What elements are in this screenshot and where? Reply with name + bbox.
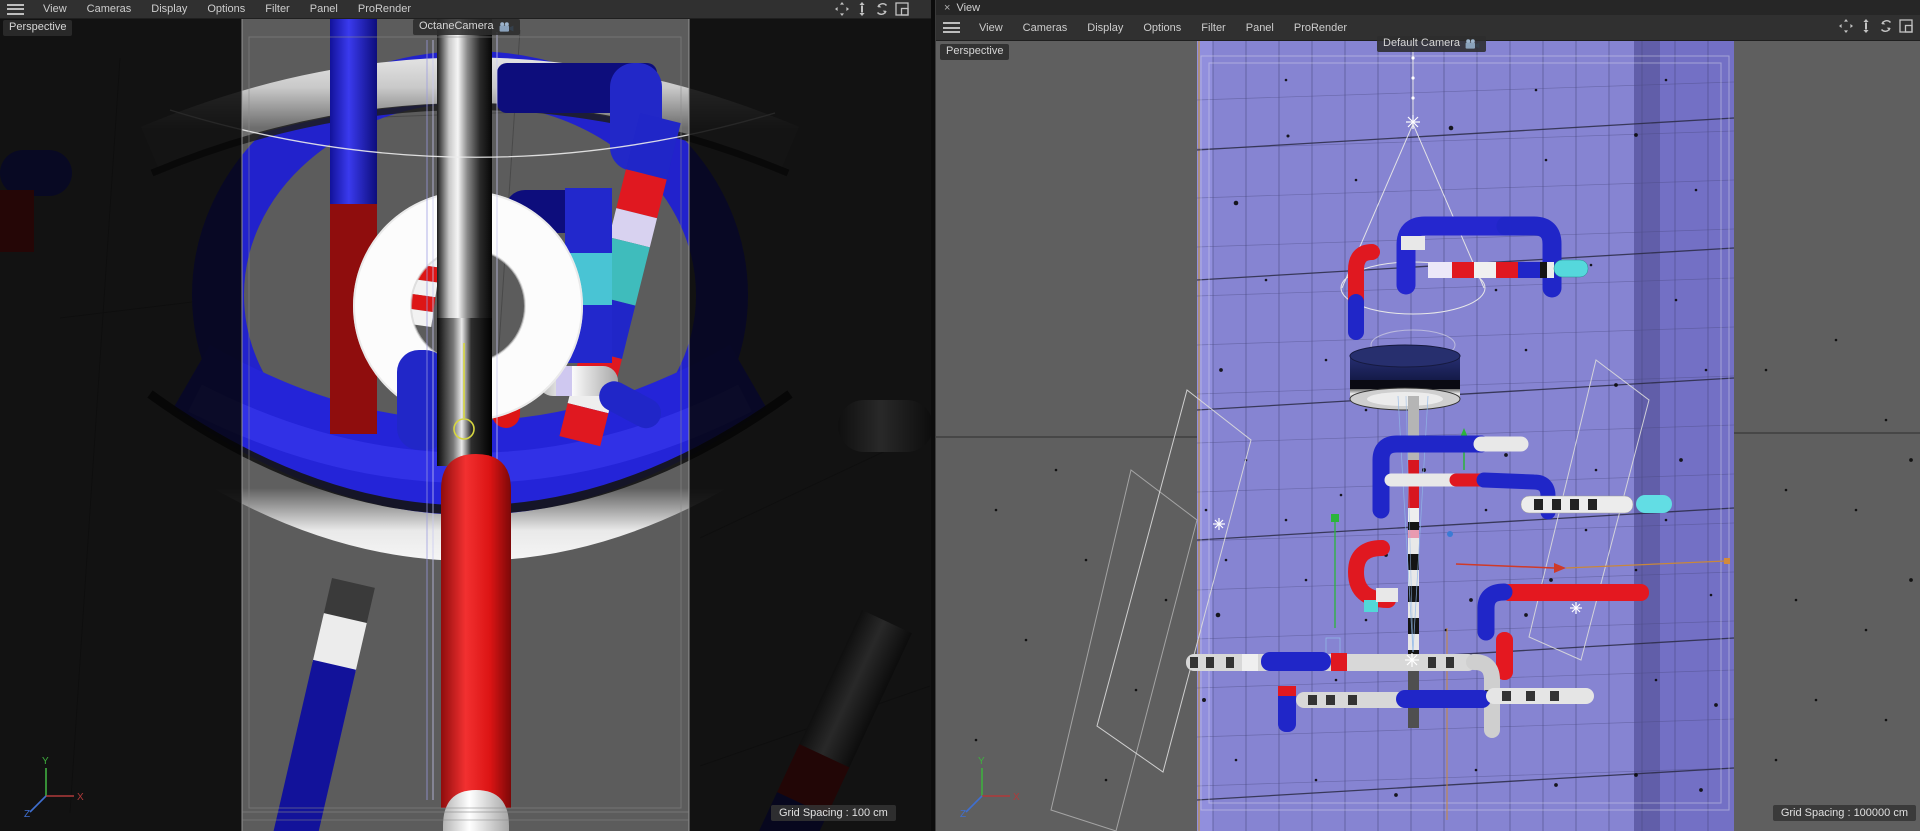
viewport-canvas-right[interactable] [936,40,1920,831]
camera-icon [499,21,513,32]
axis-gizmo: Y X Z [960,756,1020,818]
viewport-right[interactable]: × View View Cameras Display Options Filt… [935,0,1920,831]
menu-prorender[interactable]: ProRender [1284,22,1357,34]
menu-display[interactable]: Display [141,3,197,15]
menu-view[interactable]: View [969,22,1013,34]
menu-panel[interactable]: Panel [300,3,348,15]
pan-icon[interactable] [835,2,849,16]
tabbar-right: × View [936,0,1920,16]
maximize-icon[interactable] [895,2,909,16]
camera-icon [1465,38,1480,49]
axis-z-label: Z [24,809,30,818]
grid-spacing-label: Grid Spacing : 100 cm [771,805,896,821]
projection-label[interactable]: Perspective [3,20,73,36]
menu-filter[interactable]: Filter [255,3,299,15]
viewport-nav-icons-right [1839,19,1913,33]
projection-label[interactable]: Perspective [940,44,1010,60]
menu-display[interactable]: Display [1077,22,1133,34]
menu-panel[interactable]: Panel [1236,22,1284,34]
pipe-left-vertical[interactable] [330,18,377,434]
menu-hamburger-icon[interactable] [7,3,24,15]
rotate-icon[interactable] [1879,19,1893,33]
menu-hamburger-icon[interactable] [943,22,960,33]
axis-y-label: Y [978,756,985,767]
dolly-icon[interactable] [855,2,869,16]
camera-label[interactable]: Default Camera [1377,36,1487,52]
viewport-canvas-left[interactable] [0,18,931,831]
menu-options[interactable]: Options [197,3,255,15]
menu-options[interactable]: Options [1133,22,1191,34]
tab-title[interactable]: View [956,2,980,14]
camera-label-text: Default Camera [1383,37,1461,49]
axis-gizmo: Y X Z [24,756,84,818]
axis-x-label: X [1013,792,1020,803]
axis-z-label: Z [960,809,966,818]
rotate-icon[interactable] [875,2,889,16]
camera-label-text: OctaneCamera [419,20,494,32]
menu-filter[interactable]: Filter [1191,22,1235,34]
tab-close-icon[interactable]: × [944,2,950,14]
menu-cameras[interactable]: Cameras [1013,22,1078,34]
viewport-nav-icons-left [835,2,909,16]
axis-x-label: X [77,792,84,803]
grid-spacing-label: Grid Spacing : 100000 cm [1772,805,1916,821]
dolly-icon[interactable] [1859,19,1873,33]
pipe-center-red[interactable] [441,454,511,831]
menu-view[interactable]: View [33,3,77,15]
axis-y-label: Y [42,756,49,767]
drum-cylinder[interactable] [1349,344,1461,411]
maximize-icon[interactable] [1899,19,1913,33]
menu-prorender[interactable]: ProRender [348,3,421,15]
pan-icon[interactable] [1839,19,1853,33]
menubar-left: View Cameras Display Options Filter Pane… [0,0,931,19]
camera-label[interactable]: OctaneCamera [413,19,520,35]
menu-cameras[interactable]: Cameras [77,3,142,15]
viewport-left[interactable]: View Cameras Display Options Filter Pane… [0,0,931,831]
